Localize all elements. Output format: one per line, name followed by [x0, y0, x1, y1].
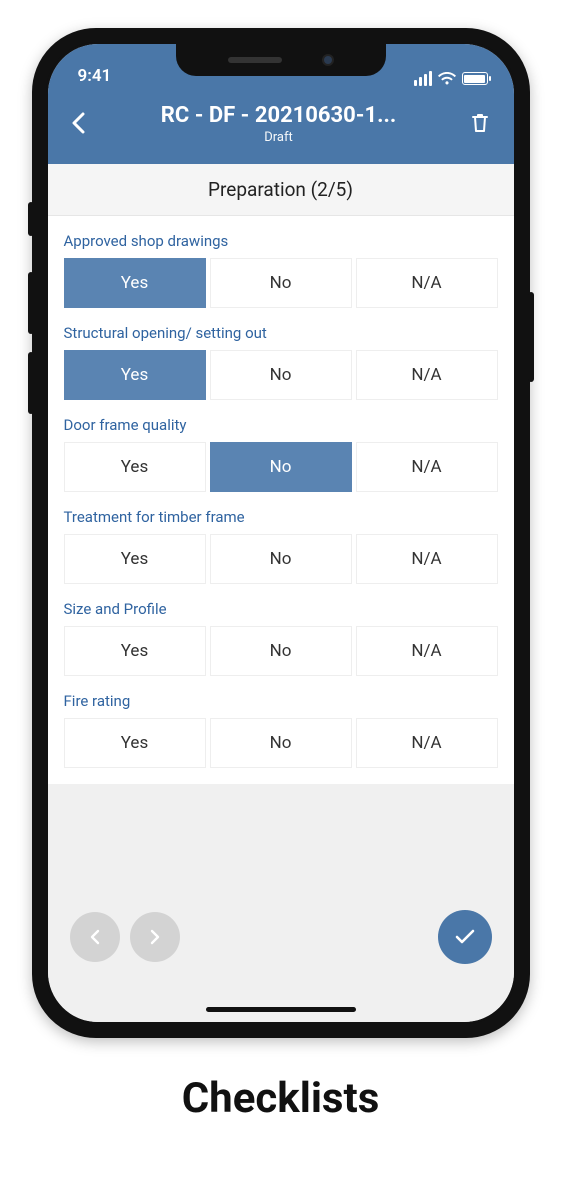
- question: Structural opening/ setting out YesNoN/A: [48, 312, 514, 404]
- check-icon: [454, 928, 476, 946]
- back-button[interactable]: [62, 103, 94, 143]
- question-label: Fire rating: [64, 692, 498, 710]
- option-no[interactable]: No: [210, 350, 352, 400]
- option-yes[interactable]: Yes: [64, 718, 206, 768]
- option-no[interactable]: No: [210, 258, 352, 308]
- option-na[interactable]: N/A: [356, 258, 498, 308]
- option-na[interactable]: N/A: [356, 626, 498, 676]
- question-label: Door frame quality: [64, 416, 498, 434]
- option-na[interactable]: N/A: [356, 534, 498, 584]
- chevron-left-icon: [90, 929, 100, 945]
- caption: Checklists: [182, 1074, 380, 1123]
- question-label: Approved shop drawings: [64, 232, 498, 250]
- question: Size and Profile YesNoN/A: [48, 588, 514, 680]
- option-na[interactable]: N/A: [356, 442, 498, 492]
- question: Approved shop drawings YesNoN/A: [48, 220, 514, 312]
- question: Door frame quality YesNoN/A: [48, 404, 514, 496]
- option-no[interactable]: No: [210, 442, 352, 492]
- option-yes[interactable]: Yes: [64, 258, 206, 308]
- side-button: [28, 202, 34, 236]
- home-indicator: [206, 1007, 356, 1012]
- page-subtitle: Draft: [94, 130, 464, 145]
- signal-icon: [414, 71, 432, 86]
- question: Treatment for timber frame YesNoN/A: [48, 496, 514, 588]
- side-button: [528, 292, 534, 382]
- option-yes[interactable]: Yes: [64, 534, 206, 584]
- phone-frame: 9:41 RC - DF - 20210630-1... Draft Prepa…: [32, 28, 530, 1038]
- side-button: [28, 352, 34, 414]
- side-button: [28, 272, 34, 334]
- phone-notch: [176, 44, 386, 76]
- wifi-icon: [438, 72, 456, 86]
- status-time: 9:41: [78, 66, 112, 86]
- option-no[interactable]: No: [210, 718, 352, 768]
- footer-area: [48, 812, 514, 1022]
- option-na[interactable]: N/A: [356, 718, 498, 768]
- questions-list: Approved shop drawingsYesNoN/AStructural…: [48, 216, 514, 784]
- option-yes[interactable]: Yes: [64, 626, 206, 676]
- option-no[interactable]: No: [210, 626, 352, 676]
- option-no[interactable]: No: [210, 534, 352, 584]
- option-na[interactable]: N/A: [356, 350, 498, 400]
- section-header: Preparation (2/5): [48, 164, 514, 216]
- chevron-right-icon: [150, 929, 160, 945]
- chevron-left-icon: [71, 112, 85, 134]
- question: Fire rating YesNoN/A: [48, 680, 514, 772]
- app-header: RC - DF - 20210630-1... Draft: [48, 92, 514, 164]
- confirm-button[interactable]: [438, 910, 492, 964]
- page-title: RC - DF - 20210630-1...: [94, 103, 464, 128]
- delete-button[interactable]: [464, 103, 496, 143]
- question-label: Structural opening/ setting out: [64, 324, 498, 342]
- option-yes[interactable]: Yes: [64, 442, 206, 492]
- battery-icon: [462, 72, 488, 85]
- trash-icon: [470, 112, 490, 134]
- question-label: Size and Profile: [64, 600, 498, 618]
- prev-button[interactable]: [70, 912, 120, 962]
- question-label: Treatment for timber frame: [64, 508, 498, 526]
- option-yes[interactable]: Yes: [64, 350, 206, 400]
- next-button[interactable]: [130, 912, 180, 962]
